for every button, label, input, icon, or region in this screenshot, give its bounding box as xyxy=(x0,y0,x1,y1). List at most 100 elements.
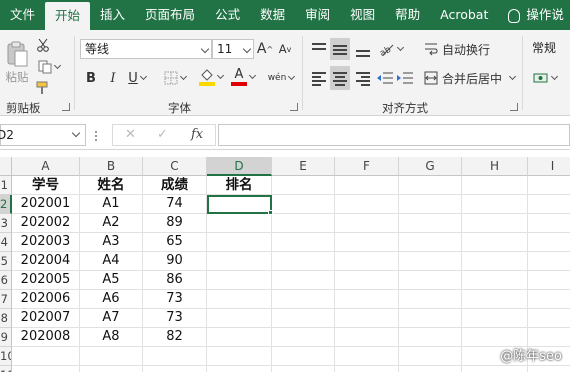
decrease-indent-button[interactable] xyxy=(376,68,394,88)
tab-view[interactable]: 视图 xyxy=(340,0,385,30)
cell-b7[interactable]: A6 xyxy=(80,290,143,309)
cell-e11[interactable] xyxy=(272,366,335,372)
cell-c11[interactable] xyxy=(143,366,207,372)
cell-f10[interactable] xyxy=(335,347,399,366)
cell-c2[interactable]: 74 xyxy=(143,195,207,214)
cell-f4[interactable] xyxy=(335,233,399,252)
cell-d1[interactable]: 排名 xyxy=(207,176,272,195)
tab-help[interactable]: 帮助 xyxy=(385,0,430,30)
cell-g2[interactable] xyxy=(399,195,462,214)
increase-font-size-button[interactable]: A ^ xyxy=(256,39,274,59)
cell-f8[interactable] xyxy=(335,309,399,328)
cell-g8[interactable] xyxy=(399,309,462,328)
cell-i8[interactable] xyxy=(528,309,570,328)
format-painter-button[interactable] xyxy=(34,79,52,97)
tab-review[interactable]: 审阅 xyxy=(295,0,340,30)
cell-h11[interactable] xyxy=(462,366,528,372)
cell-b4[interactable]: A3 xyxy=(80,233,143,252)
cell-h3[interactable] xyxy=(462,214,528,233)
cell-g5[interactable] xyxy=(399,252,462,271)
cell-c6[interactable]: 86 xyxy=(143,271,207,290)
column-header-c[interactable]: C xyxy=(143,157,207,176)
cell-b9[interactable]: A8 xyxy=(80,328,143,347)
cell-c4[interactable]: 65 xyxy=(143,233,207,252)
cut-button[interactable] xyxy=(34,36,52,54)
cell-f9[interactable] xyxy=(335,328,399,347)
cell-f5[interactable] xyxy=(335,252,399,271)
worksheet-grid[interactable]: ABCDEFGHI1234567891011学号姓名成绩排名202001A174… xyxy=(0,150,570,372)
column-header-i[interactable]: I xyxy=(528,157,570,176)
cell-c3[interactable]: 89 xyxy=(143,214,207,233)
cell-i3[interactable] xyxy=(528,214,570,233)
cell-c1[interactable]: 成绩 xyxy=(143,176,207,195)
cell-f3[interactable] xyxy=(335,214,399,233)
cell-b6[interactable]: A5 xyxy=(80,271,143,290)
column-header-h[interactable]: H xyxy=(462,157,528,176)
cell-h7[interactable] xyxy=(462,290,528,309)
row-header-3[interactable]: 3 xyxy=(0,214,12,233)
align-right-button[interactable] xyxy=(354,68,372,88)
merge-center-button[interactable]: 合并后居中 xyxy=(424,68,520,88)
wrap-text-button[interactable]: 自动换行 xyxy=(424,39,490,59)
alignment-dialog-launcher[interactable] xyxy=(510,103,518,111)
phonetic-guide-button[interactable]: wén xyxy=(266,68,296,88)
font-color-button[interactable]: A xyxy=(228,66,258,88)
bold-button[interactable]: B xyxy=(82,68,100,88)
row-header-1[interactable]: 1 xyxy=(0,176,12,195)
cell-f2[interactable] xyxy=(335,195,399,214)
tell-me-search[interactable]: 操作说 xyxy=(498,0,570,30)
cell-g7[interactable] xyxy=(399,290,462,309)
fill-color-button[interactable] xyxy=(196,66,226,88)
cell-b11[interactable] xyxy=(80,366,143,372)
row-header-6[interactable]: 6 xyxy=(0,271,12,290)
cell-f1[interactable] xyxy=(335,176,399,195)
align-left-button[interactable] xyxy=(310,68,328,88)
cell-g11[interactable] xyxy=(399,366,462,372)
cell-g6[interactable] xyxy=(399,271,462,290)
font-dialog-launcher[interactable] xyxy=(290,103,298,111)
cell-d6[interactable] xyxy=(207,271,272,290)
row-header-2[interactable]: 2 xyxy=(0,195,12,214)
cell-a9[interactable]: 202008 xyxy=(12,328,80,347)
cell-e5[interactable] xyxy=(272,252,335,271)
cell-h6[interactable] xyxy=(462,271,528,290)
formula-bar-grip[interactable] xyxy=(95,131,98,141)
underline-button[interactable]: U xyxy=(124,68,150,88)
orientation-button[interactable]: ab xyxy=(376,40,406,58)
tab-insert[interactable]: 插入 xyxy=(90,0,135,30)
name-box[interactable]: D2 xyxy=(0,124,86,146)
cell-a4[interactable]: 202003 xyxy=(12,233,80,252)
italic-button[interactable]: I xyxy=(104,68,122,88)
column-header-b[interactable]: B xyxy=(80,157,143,176)
insert-function-button[interactable]: fx xyxy=(191,127,203,142)
cell-b8[interactable]: A7 xyxy=(80,309,143,328)
row-header-7[interactable]: 7 xyxy=(0,290,12,309)
cell-i4[interactable] xyxy=(528,233,570,252)
tab-data[interactable]: 数据 xyxy=(250,0,295,30)
borders-button[interactable] xyxy=(160,68,190,88)
cell-c9[interactable]: 82 xyxy=(143,328,207,347)
middle-align-button[interactable] xyxy=(330,38,350,60)
cell-d9[interactable] xyxy=(207,328,272,347)
tab-home[interactable]: 开始 xyxy=(45,2,91,30)
cell-b1[interactable]: 姓名 xyxy=(80,176,143,195)
cell-d11[interactable] xyxy=(207,366,272,372)
cell-a2[interactable]: 202001 xyxy=(12,195,80,214)
cell-e3[interactable] xyxy=(272,214,335,233)
cell-a10[interactable] xyxy=(12,347,80,366)
cell-b3[interactable]: A2 xyxy=(80,214,143,233)
number-format-select[interactable]: 常规 xyxy=(528,39,570,59)
cell-i1[interactable] xyxy=(528,176,570,195)
font-size-select[interactable]: 11 xyxy=(212,39,254,59)
cell-i5[interactable] xyxy=(528,252,570,271)
cell-c5[interactable]: 90 xyxy=(143,252,207,271)
cell-i11[interactable] xyxy=(528,366,570,372)
column-header-g[interactable]: G xyxy=(399,157,462,176)
cell-f11[interactable] xyxy=(335,366,399,372)
cell-a8[interactable]: 202007 xyxy=(12,309,80,328)
cancel-entry-button[interactable]: ✕ xyxy=(125,127,136,142)
cell-a6[interactable]: 202005 xyxy=(12,271,80,290)
cell-a7[interactable]: 202006 xyxy=(12,290,80,309)
clipboard-dialog-launcher[interactable] xyxy=(62,103,70,111)
column-header-a[interactable]: A xyxy=(12,157,80,176)
